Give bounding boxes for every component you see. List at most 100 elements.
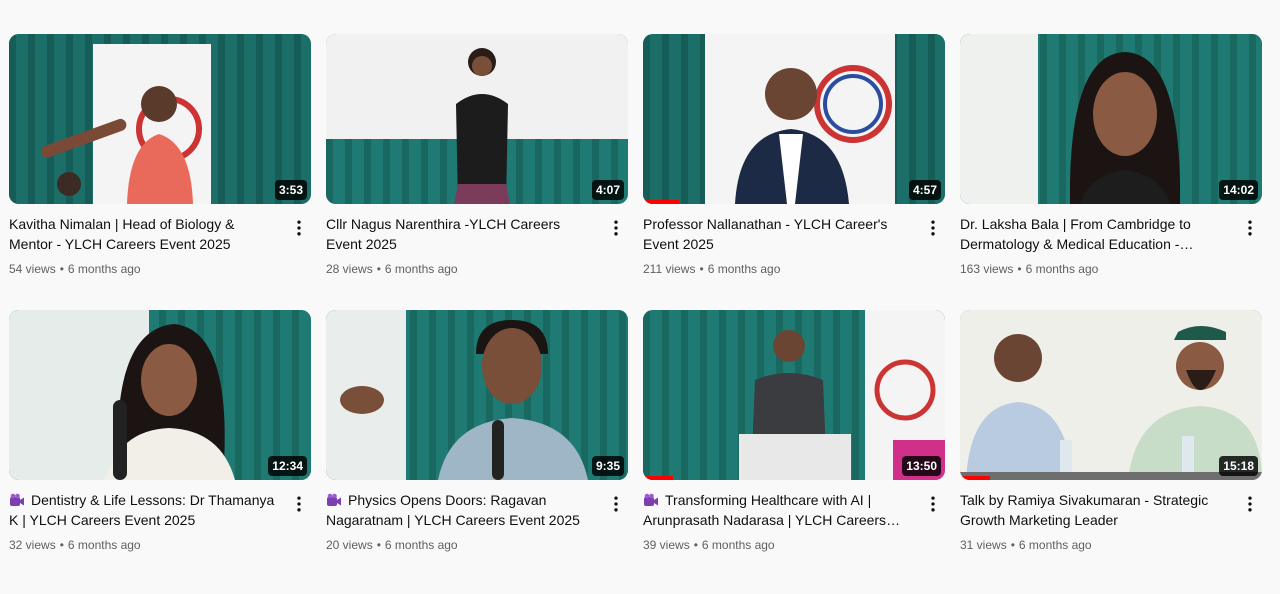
separator-dot: • [1017, 262, 1022, 276]
video-camera-icon [327, 493, 341, 506]
video-card[interactable]: 15:18 Talk by Ramiya Sivakumaran - Strat… [960, 310, 1262, 586]
video-card[interactable]: 3:53 Kavitha Nimalan | Head of Biology &… [9, 34, 311, 310]
video-stats: 39 views • 6 months ago [643, 536, 915, 554]
video-camera-icon [644, 493, 658, 506]
video-card[interactable]: 14:02 Dr. Laksha Bala | From Cambridge t… [960, 34, 1262, 310]
video-title-text: Physics Opens Doors: Ragavan Nagaratnam … [326, 492, 580, 528]
video-title[interactable]: Kavitha Nimalan | Head of Biology & Ment… [9, 214, 281, 254]
video-title[interactable]: Talk by Ramiya Sivakumaran - Strategic G… [960, 490, 1232, 530]
video-thumbnail[interactable]: 9:35 [326, 310, 628, 480]
duration-badge: 14:02 [1219, 180, 1258, 200]
duration-badge: 15:18 [1219, 456, 1258, 476]
view-count: 20 views [326, 538, 373, 552]
video-card[interactable]: 13:50 Transforming Healthcare with AI | … [643, 310, 945, 586]
upload-age: 6 months ago [1018, 538, 1092, 552]
video-title[interactable]: Cllr Nagus Narenthira -YLCH Careers Even… [326, 214, 598, 254]
video-details: Transforming Healthcare with AI | Arunpr… [643, 480, 945, 554]
more-actions-icon[interactable] [1238, 216, 1262, 240]
video-details: Professor Nallanathan - YLCH Career's Ev… [643, 204, 945, 278]
upload-age: 6 months ago [67, 538, 141, 552]
video-details: Dr. Laksha Bala | From Cambridge to Derm… [960, 204, 1262, 278]
video-title-text: Dr. Laksha Bala | From Cambridge to Derm… [960, 216, 1191, 252]
video-details: Talk by Ramiya Sivakumaran - Strategic G… [960, 480, 1262, 554]
video-thumbnail[interactable]: 3:53 [9, 34, 311, 204]
more-actions-icon[interactable] [287, 216, 311, 240]
video-title[interactable]: Professor Nallanathan - YLCH Career's Ev… [643, 214, 915, 254]
separator-dot: • [693, 538, 698, 552]
video-camera-icon [10, 493, 24, 506]
video-stats: 211 views • 6 months ago [643, 260, 915, 278]
video-title-text: Kavitha Nimalan | Head of Biology & Ment… [9, 216, 235, 252]
more-actions-icon[interactable] [604, 216, 628, 240]
video-card[interactable]: 12:34 Dentistry & Life Lessons: Dr Thama… [9, 310, 311, 586]
view-count: 54 views [9, 262, 56, 276]
video-thumbnail[interactable]: 4:57 [643, 34, 945, 204]
video-stats: 54 views • 6 months ago [9, 260, 281, 278]
separator-dot: • [59, 262, 64, 276]
duration-badge: 4:57 [908, 180, 941, 200]
separator-dot: • [376, 262, 381, 276]
video-title[interactable]: Physics Opens Doors: Ragavan Nagaratnam … [326, 490, 598, 530]
upload-age: 6 months ago [384, 538, 458, 552]
more-actions-icon[interactable] [287, 492, 311, 516]
duration-badge: 3:53 [274, 180, 307, 200]
video-thumbnail[interactable]: 15:18 [960, 310, 1262, 480]
upload-age: 6 months ago [67, 262, 141, 276]
video-title-text: Transforming Healthcare with AI | Arunpr… [643, 492, 887, 528]
more-actions-icon[interactable] [604, 492, 628, 516]
video-details: Cllr Nagus Narenthira -YLCH Careers Even… [326, 204, 628, 278]
video-card[interactable]: 4:07 Cllr Nagus Narenthira -YLCH Careers… [326, 34, 628, 310]
upload-age: 6 months ago [701, 538, 775, 552]
video-title-text: Talk by Ramiya Sivakumaran - Strategic G… [960, 492, 1209, 528]
separator-dot: • [59, 538, 64, 552]
kavitha-thumbnail [9, 34, 311, 204]
video-stats: 32 views • 6 months ago [9, 536, 281, 554]
duration-badge: 9:35 [591, 456, 624, 476]
video-stats: 20 views • 6 months ago [326, 536, 598, 554]
ragavan-thumbnail [326, 310, 628, 480]
view-count: 32 views [9, 538, 56, 552]
video-thumbnail[interactable]: 13:50 [643, 310, 945, 480]
view-count: 39 views [643, 538, 690, 552]
separator-dot: • [376, 538, 381, 552]
duration-badge: 13:50 [902, 456, 941, 476]
duration-badge: 12:34 [268, 456, 307, 476]
view-count: 31 views [960, 538, 1007, 552]
video-stats: 28 views • 6 months ago [326, 260, 598, 278]
upload-age: 6 months ago [707, 262, 781, 276]
upload-age: 6 months ago [1025, 262, 1099, 276]
duration-badge: 4:07 [591, 180, 624, 200]
view-count: 211 views [643, 262, 696, 276]
video-thumbnail[interactable]: 14:02 [960, 34, 1262, 204]
laksha-thumbnail [960, 34, 1262, 204]
view-count: 163 views [960, 262, 1014, 276]
video-details: Kavitha Nimalan | Head of Biology & Ment… [9, 204, 311, 278]
video-stats: 163 views • 6 months ago [960, 260, 1232, 278]
video-title-text: Professor Nallanathan - YLCH Career's Ev… [643, 216, 888, 252]
ramiya-thumbnail [960, 310, 1262, 480]
video-stats: 31 views • 6 months ago [960, 536, 1232, 554]
video-title-text: Dentistry & Life Lessons: Dr Thamanya K … [9, 492, 275, 528]
arunprasath-thumbnail [643, 310, 945, 480]
separator-dot: • [699, 262, 704, 276]
upload-age: 6 months ago [384, 262, 458, 276]
video-details: Physics Opens Doors: Ragavan Nagaratnam … [326, 480, 628, 554]
video-card[interactable]: 4:57 Professor Nallanathan - YLCH Career… [643, 34, 945, 310]
video-thumbnail[interactable]: 4:07 [326, 34, 628, 204]
video-details: Dentistry & Life Lessons: Dr Thamanya K … [9, 480, 311, 554]
nallanathan-thumbnail [643, 34, 945, 204]
more-actions-icon[interactable] [921, 216, 945, 240]
video-grid: 3:53 Kavitha Nimalan | Head of Biology &… [9, 34, 1262, 586]
video-title[interactable]: Transforming Healthcare with AI | Arunpr… [643, 490, 915, 530]
video-title[interactable]: Dr. Laksha Bala | From Cambridge to Derm… [960, 214, 1232, 254]
thamanya-thumbnail [9, 310, 311, 480]
video-title-text: Cllr Nagus Narenthira -YLCH Careers Even… [326, 216, 561, 252]
video-title[interactable]: Dentistry & Life Lessons: Dr Thamanya K … [9, 490, 281, 530]
more-actions-icon[interactable] [921, 492, 945, 516]
nagus-thumbnail [326, 34, 628, 204]
video-thumbnail[interactable]: 12:34 [9, 310, 311, 480]
more-actions-icon[interactable] [1238, 492, 1262, 516]
video-card[interactable]: 9:35 Physics Opens Doors: Ragavan Nagara… [326, 310, 628, 586]
view-count: 28 views [326, 262, 373, 276]
separator-dot: • [1010, 538, 1015, 552]
